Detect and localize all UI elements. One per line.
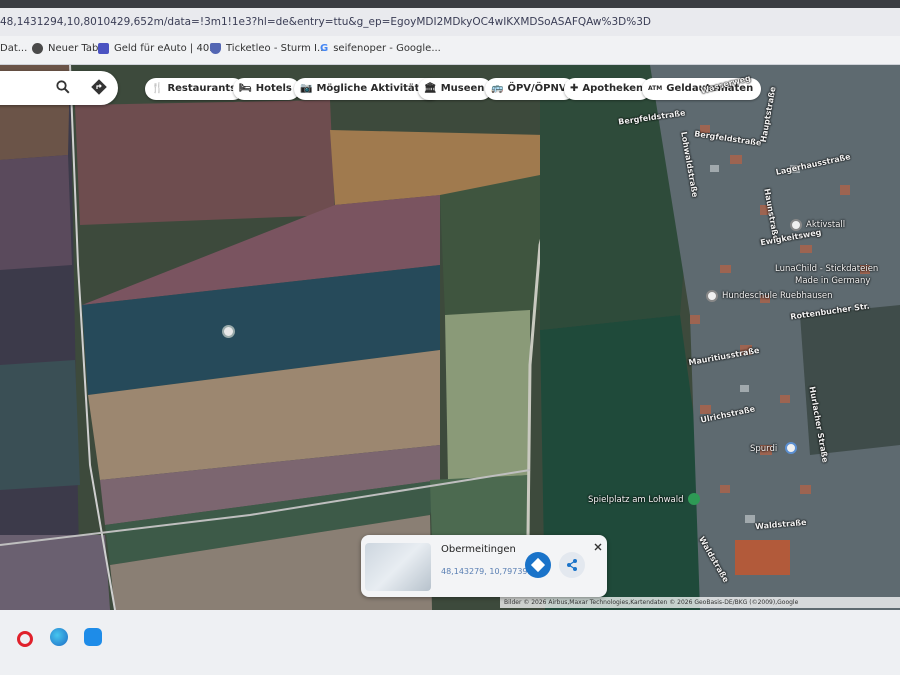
chip-label: Restaurants — [167, 83, 237, 94]
poi-label[interactable]: Spurdi — [750, 444, 777, 454]
museum-icon: 🏛 — [424, 83, 437, 94]
opera-icon[interactable] — [17, 631, 33, 647]
place-thumbnail[interactable] — [365, 543, 431, 591]
chip-pharmacies[interactable]: ✚ Apotheken — [564, 78, 652, 100]
chip-restaurants[interactable]: 🍴 Restaurants — [145, 78, 245, 100]
poi-label[interactable]: Spielplatz am Lohwald — [588, 495, 684, 505]
camera-icon: 📷 — [300, 83, 313, 94]
map-search-box[interactable] — [0, 71, 118, 105]
atm-icon: ATM — [648, 85, 663, 92]
app-icon[interactable] — [84, 628, 102, 646]
chip-label: Apotheken — [582, 83, 644, 94]
bookmarks-bar: Dat... Neuer Tab Geld für eAuto | 40... … — [0, 36, 900, 65]
directions-icon — [530, 557, 546, 573]
bus-icon: 🚌 — [491, 83, 504, 94]
chip-museums[interactable]: 🏛 Museen — [418, 78, 493, 100]
bookmark-item[interactable]: Neuer Tab — [32, 43, 98, 54]
heart-icon — [98, 43, 109, 54]
chip-label: Hotels — [255, 83, 292, 94]
fork-knife-icon: 🍴 — [151, 83, 164, 94]
close-icon — [594, 543, 602, 551]
taskbar — [0, 610, 900, 675]
poi-label[interactable]: Aktivstall — [806, 220, 845, 230]
poi-marker[interactable] — [785, 442, 797, 454]
poi-marker[interactable] — [790, 219, 802, 231]
poi-marker[interactable] — [688, 493, 700, 505]
map-attribution: Bilder © 2026 Airbus,Maxar Technologies,… — [500, 597, 900, 608]
place-title: Obermeitingen — [441, 544, 516, 555]
place-coordinates[interactable]: 48,143279, 10,797395 — [441, 567, 533, 576]
search-icon[interactable] — [56, 79, 70, 94]
bookmark-item[interactable]: Ticketleo - Sturm I... — [210, 43, 327, 54]
directions-icon[interactable] — [91, 79, 107, 95]
bookmark-label: Ticketleo - Sturm I... — [226, 43, 327, 54]
globe-icon — [32, 43, 43, 54]
close-button[interactable] — [592, 538, 604, 551]
share-icon — [567, 559, 577, 571]
poi-label[interactable]: Hundeschule Ruebhausen — [722, 291, 833, 301]
location-pin[interactable] — [222, 325, 235, 338]
bed-icon: 🛏 — [239, 83, 252, 94]
chip-transit[interactable]: 🚌 ÖPV/ÖPNV — [485, 78, 575, 100]
address-bar[interactable]: 48,1431294,10,8010429,652m/data=!3m1!1e3… — [0, 8, 900, 36]
url-text: 48,1431294,10,8010429,652m/data=!3m1!1e3… — [0, 16, 651, 28]
screen: 48,1431294,10,8010429,652m/data=!3m1!1e3… — [0, 0, 900, 675]
poi-label[interactable]: Made in Germany — [795, 276, 870, 286]
chip-label: Museen — [440, 83, 485, 94]
bookmark-item[interactable]: G seifenoper - Google... — [320, 43, 441, 54]
share-button[interactable] — [559, 552, 585, 578]
bookmark-label: Neuer Tab — [48, 43, 99, 54]
chip-label: Mögliche Aktivitäten — [316, 83, 434, 94]
shield-icon — [210, 43, 221, 54]
bookmark-label: Dat... — [0, 43, 28, 54]
chip-label: ÖPV/ÖPNV — [507, 83, 567, 94]
bookmark-item[interactable]: Dat... — [0, 43, 27, 54]
place-card[interactable]: Obermeitingen 48,143279, 10,797395 — [361, 535, 607, 597]
google-icon: G — [320, 43, 329, 54]
pharmacy-icon: ✚ — [570, 83, 579, 94]
poi-label[interactable]: LunaChild - Stickdateien — [775, 264, 878, 274]
chip-hotels[interactable]: 🛏 Hotels — [233, 78, 300, 100]
directions-button[interactable] — [525, 552, 551, 578]
bookmark-item[interactable]: Geld für eAuto | 40... — [98, 43, 219, 54]
bookmark-label: Geld für eAuto | 40... — [114, 43, 219, 54]
bookmark-label: seifenoper - Google... — [333, 43, 441, 54]
edge-icon[interactable] — [50, 628, 68, 646]
poi-marker[interactable] — [706, 290, 718, 302]
